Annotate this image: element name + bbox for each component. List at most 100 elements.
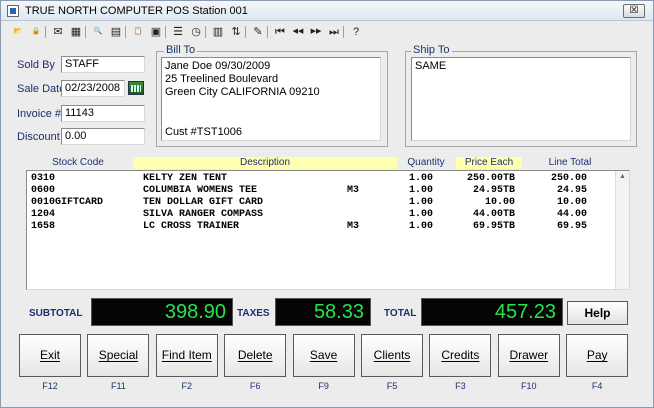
button-label: Credits — [441, 348, 480, 362]
function-key-label: F4 — [591, 381, 603, 391]
button-label: Drawer — [509, 348, 549, 362]
bill-to-line: 25 Treelined Boulevard — [165, 73, 279, 85]
toolbar-separator — [125, 26, 126, 38]
pencil-icon[interactable]: ✎ — [251, 25, 265, 39]
total-display: 457.23 — [421, 298, 563, 326]
mail-icon[interactable]: ✉ — [51, 25, 65, 39]
open-icon[interactable]: 📂 — [11, 25, 25, 39]
cell-price-each: 44.00TB — [472, 209, 515, 220]
table-row[interactable]: 0010GIFTCARD TEN DOLLAR GIFT CARD 1.00 10.0… — [27, 197, 615, 209]
calculator-icon[interactable]: ▣ — [149, 25, 163, 39]
toolbar-separator — [343, 26, 344, 38]
function-key-label: F3 — [455, 381, 466, 391]
cell-size: M3 — [347, 221, 360, 232]
credits-button[interactable]: Credits — [429, 334, 492, 377]
find-item-button[interactable]: Find Item — [155, 334, 218, 377]
cell-quantity: 1.00 — [408, 173, 433, 184]
first-record-icon[interactable]: ⏮ — [273, 25, 287, 39]
grid-view-icon[interactable]: ▦ — [69, 25, 83, 39]
last-record-icon[interactable]: ⏭ — [327, 25, 341, 39]
exit-button[interactable]: Exit — [19, 334, 81, 377]
sort-icon[interactable]: ⇅ — [229, 25, 243, 39]
col-header-quantity[interactable]: Quantity — [399, 157, 453, 169]
table-icon[interactable]: ▥ — [211, 25, 225, 39]
bill-to-line: Jane Doe 09/30/2009 — [165, 60, 271, 72]
clipboard-icon[interactable]: 📋 — [131, 25, 145, 39]
scroll-up-icon[interactable]: ▲ — [619, 173, 626, 180]
button-label: Save — [309, 348, 338, 362]
function-key-label: F5 — [386, 381, 398, 391]
drawer-button[interactable]: Drawer — [497, 334, 560, 377]
special-button[interactable]: Special — [87, 334, 150, 377]
taxes-display: 58.33 — [275, 298, 371, 326]
cell-line-total: 69.95 — [556, 221, 587, 232]
clients-button[interactable]: Clients — [361, 334, 423, 377]
discount-label: Discount — [17, 131, 60, 143]
function-key-label: F12 — [42, 381, 58, 391]
help-button[interactable]: Help — [567, 301, 628, 325]
bill-to-label: Bill To — [164, 44, 198, 56]
discount-field[interactable]: 0.00 — [61, 128, 145, 145]
table-row[interactable]: 0600 COLUMBIA WOMENS TEE M3 1.00 24.95TB 24.9… — [27, 185, 615, 197]
function-key-label: F2 — [181, 381, 193, 391]
save-button[interactable]: Save — [292, 334, 355, 377]
cell-line-total: 24.95 — [556, 185, 587, 196]
cell-description: KELTY ZEN TENT — [143, 173, 228, 184]
window-title: TRUE NORTH COMPUTER POS Station 001 — [25, 5, 248, 17]
total-label: TOTAL — [384, 308, 417, 319]
line-items-grid[interactable]: 0310 KELTY ZEN TENT 1.00 250.00TB 250.00 0600… — [26, 170, 630, 290]
button-label: Special — [98, 348, 139, 362]
next-record-icon[interactable]: ▶▶ — [309, 25, 323, 39]
table-row[interactable]: 1658 LC CROSS TRAINER M3 1.00 69.95TB 69.95 — [27, 221, 615, 233]
function-key-label: F6 — [249, 381, 261, 391]
vertical-scrollbar[interactable]: ▲ — [615, 171, 629, 289]
cell-quantity: 1.00 — [408, 209, 433, 220]
col-header-price-each[interactable]: Price Each — [456, 157, 522, 169]
toolbar: 📂 🔒 ✉ ▦ 🔍 ▤ 📋 ▣ ☰ ◷ ▥ ⇅ ✎ ⏮ ◀◀ ▶▶ ⏭? — [3, 22, 651, 42]
ship-to-textarea[interactable]: SAME — [411, 57, 631, 141]
calendar-icon[interactable] — [128, 81, 144, 95]
col-header-line-total[interactable]: Line Total — [531, 157, 609, 169]
sold-by-field[interactable]: STAFF — [61, 56, 145, 73]
invoice-field[interactable]: 11143 — [61, 105, 145, 122]
prev-record-icon[interactable]: ◀◀ — [291, 25, 305, 39]
close-button[interactable]: ☒ — [623, 4, 645, 18]
col-header-stock-code[interactable]: Stock Code — [27, 157, 129, 169]
app-icon — [7, 5, 19, 17]
table-row[interactable]: 0310 KELTY ZEN TENT 1.00 250.00TB 250.00 — [27, 173, 615, 185]
bill-to-textarea[interactable]: Jane Doe 09/30/2009 25 Treelined Bouleva… — [161, 57, 381, 141]
bill-to-line: Green City CALIFORNIA 09210 — [165, 86, 320, 98]
function-key-label: F9 — [318, 381, 329, 391]
col-header-description[interactable]: Description — [133, 157, 397, 169]
help-icon[interactable]: ? — [349, 25, 363, 39]
cell-quantity: 1.00 — [408, 197, 433, 208]
button-label: Exit — [39, 348, 60, 362]
toolbar-separator — [165, 26, 166, 38]
delete-button[interactable]: Delete — [224, 334, 287, 377]
button-label: Delete — [237, 348, 273, 362]
ship-to-label: Ship To — [411, 44, 452, 56]
sale-date-field[interactable]: 02/23/2008 — [61, 80, 125, 97]
toolbar-separator — [205, 26, 206, 38]
ship-to-line: SAME — [415, 60, 447, 72]
lock-icon[interactable]: 🔒 — [29, 25, 43, 39]
cell-stock-code: 0310 — [31, 173, 56, 184]
cell-stock-code: 0010GIFTCARD — [31, 197, 104, 208]
cell-stock-code: 1658 — [31, 221, 56, 232]
cell-line-total: 10.00 — [556, 197, 587, 208]
search-icon[interactable]: 🔍 — [91, 25, 105, 39]
report-icon[interactable]: ▤ — [109, 25, 123, 39]
sale-date-label: Sale Date — [17, 83, 66, 95]
button-label: Clients — [373, 348, 411, 362]
toolbar-separator — [267, 26, 268, 38]
toolbar-separator — [45, 26, 46, 38]
cell-quantity: 1.00 — [408, 185, 433, 196]
cell-line-total: 250.00 — [550, 173, 587, 184]
clock-icon[interactable]: ◷ — [189, 25, 203, 39]
cell-quantity: 1.00 — [408, 221, 433, 232]
subtotal-display: 398.90 — [91, 298, 233, 326]
cell-price-each: 24.95TB — [472, 185, 515, 196]
table-row[interactable]: 1204 SILVA RANGER COMPASS 1.00 44.00TB 44.00 — [27, 209, 615, 221]
list-icon[interactable]: ☰ — [171, 25, 185, 39]
pay-button[interactable]: Pay — [566, 334, 629, 377]
